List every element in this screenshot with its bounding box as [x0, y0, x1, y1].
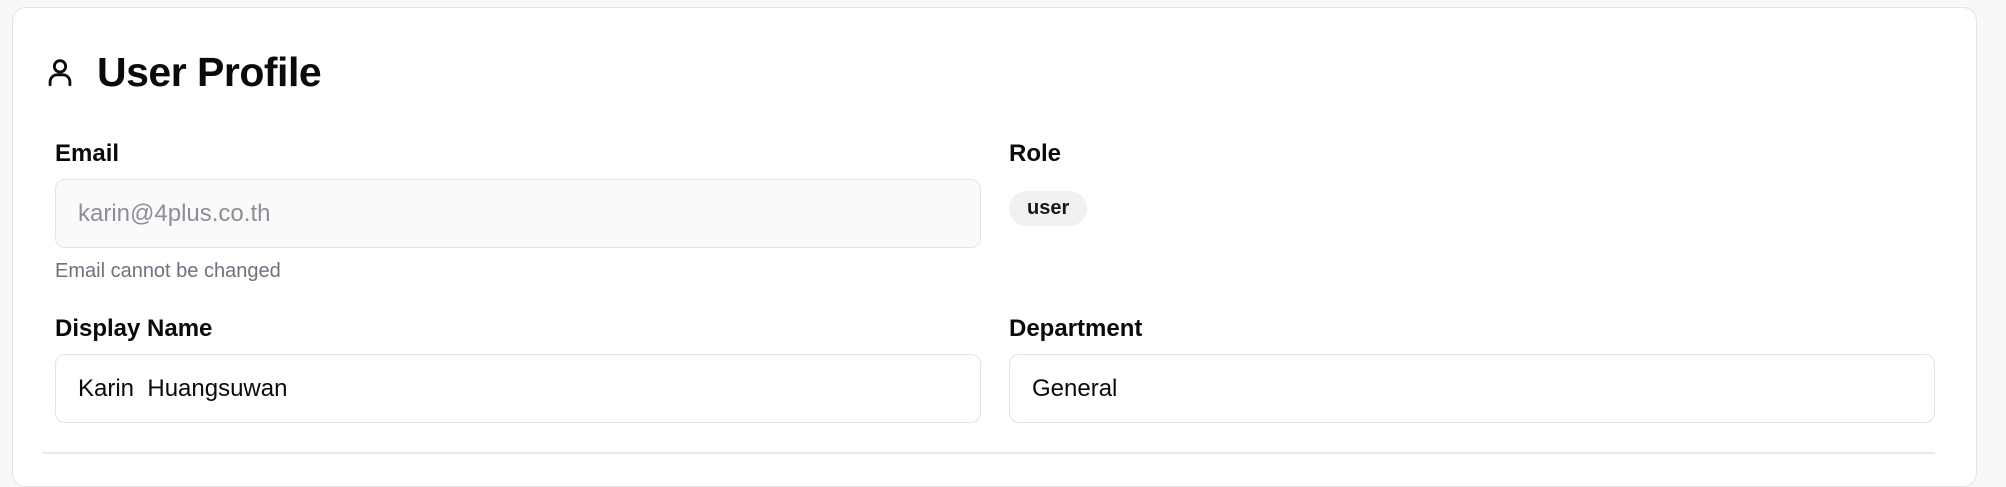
role-badge: user: [1009, 191, 1088, 226]
department-label: Department: [1009, 315, 1143, 342]
role-label: Role: [1009, 140, 1062, 167]
role-field-group: Role user: [1009, 139, 1935, 226]
display-name-field-group: Display Name: [55, 314, 981, 423]
email-field-group: Email Email cannot be changed: [55, 139, 981, 283]
user-icon: [43, 55, 77, 89]
display-name-label: Display Name: [55, 315, 213, 342]
department-input[interactable]: [1009, 354, 1935, 423]
section-divider: [42, 452, 1935, 454]
email-input: [55, 179, 981, 248]
email-label: Email: [55, 140, 120, 167]
email-helper-text: Email cannot be changed: [55, 260, 281, 282]
display-name-input[interactable]: [55, 354, 981, 423]
department-field-group: Department: [1009, 314, 1935, 423]
page-title: User Profile: [97, 48, 322, 95]
card-header: User Profile: [43, 42, 322, 102]
